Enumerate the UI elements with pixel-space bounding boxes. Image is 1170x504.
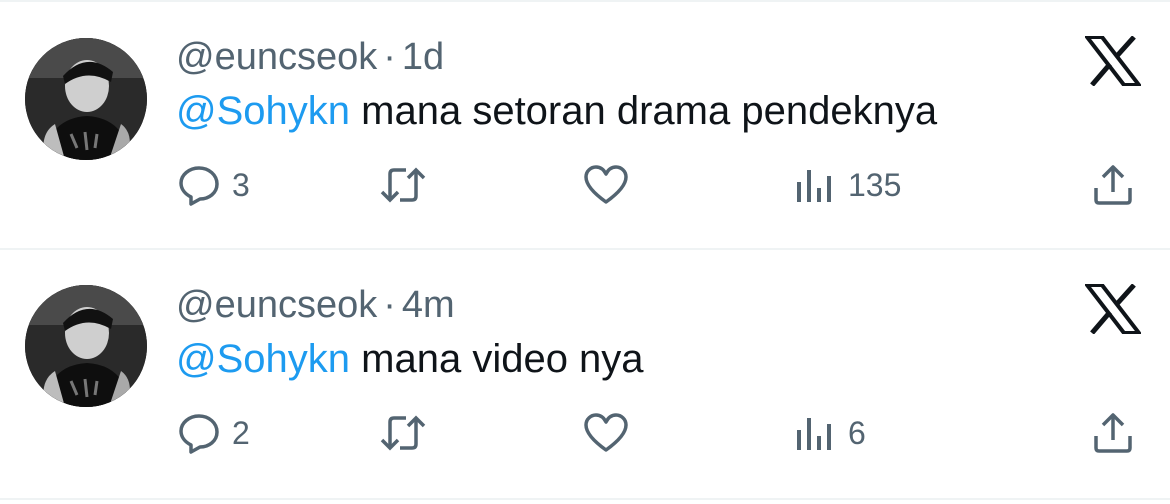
action-bar: 2 6 [0,408,1170,458]
reply-icon [176,410,222,456]
tweet-header: @euncseok · 1d [176,34,444,80]
retweet-icon [378,410,428,456]
views-button[interactable]: 135 [792,160,901,210]
action-bar: 3 135 [0,160,1170,210]
x-logo-icon [1082,35,1144,87]
avatar[interactable] [25,285,147,407]
like-button[interactable] [582,408,630,458]
user-handle[interactable]: @euncseok [176,36,377,78]
timestamp[interactable]: 1d [402,36,444,78]
x-logo-icon [1082,283,1144,335]
retweet-button[interactable] [378,160,428,210]
tweet-text: @Sohykn mana video nya [176,334,644,384]
share-button[interactable] [1090,408,1136,458]
separator-dot: · [383,284,396,326]
like-button[interactable] [582,160,630,210]
reply-icon [176,162,222,208]
analytics-icon [792,162,838,208]
timestamp[interactable]: 4m [402,284,455,326]
heart-icon [582,162,630,208]
tweet-card[interactable]: @euncseok·4m @Sohykn mana video nya 2 [0,250,1170,500]
views-count: 135 [848,166,902,203]
divider [0,498,1170,500]
heart-icon [582,410,630,456]
share-icon [1090,410,1136,456]
views-button[interactable]: 6 [792,408,866,458]
mention-link[interactable]: @Sohykn [176,89,350,133]
separator-dot: · [383,36,396,78]
user-handle[interactable]: @euncseok [176,284,377,326]
tweet-header: @euncseok · 4m [176,282,455,328]
analytics-icon [792,410,838,456]
views-count: 6 [848,414,866,451]
retweet-button[interactable] [378,408,428,458]
mention-link[interactable]: @Sohykn [176,337,350,381]
tweet-body: mana video nya [350,337,644,381]
tweet-body: mana setoran drama pendeknya [350,89,938,133]
reply-count: 2 [232,414,250,451]
reply-button[interactable]: 2 [176,408,250,458]
tweet-text: @Sohykn mana setoran drama pendeknya [176,86,937,136]
share-icon [1090,162,1136,208]
reply-count: 3 [232,166,250,203]
retweet-icon [378,162,428,208]
tweet-card[interactable]: @euncseok · 1d @Sohykn mana setoran drama … [0,0,1170,250]
reply-button[interactable]: 3 [176,160,250,210]
avatar[interactable] [25,38,147,160]
share-button[interactable] [1090,160,1136,210]
